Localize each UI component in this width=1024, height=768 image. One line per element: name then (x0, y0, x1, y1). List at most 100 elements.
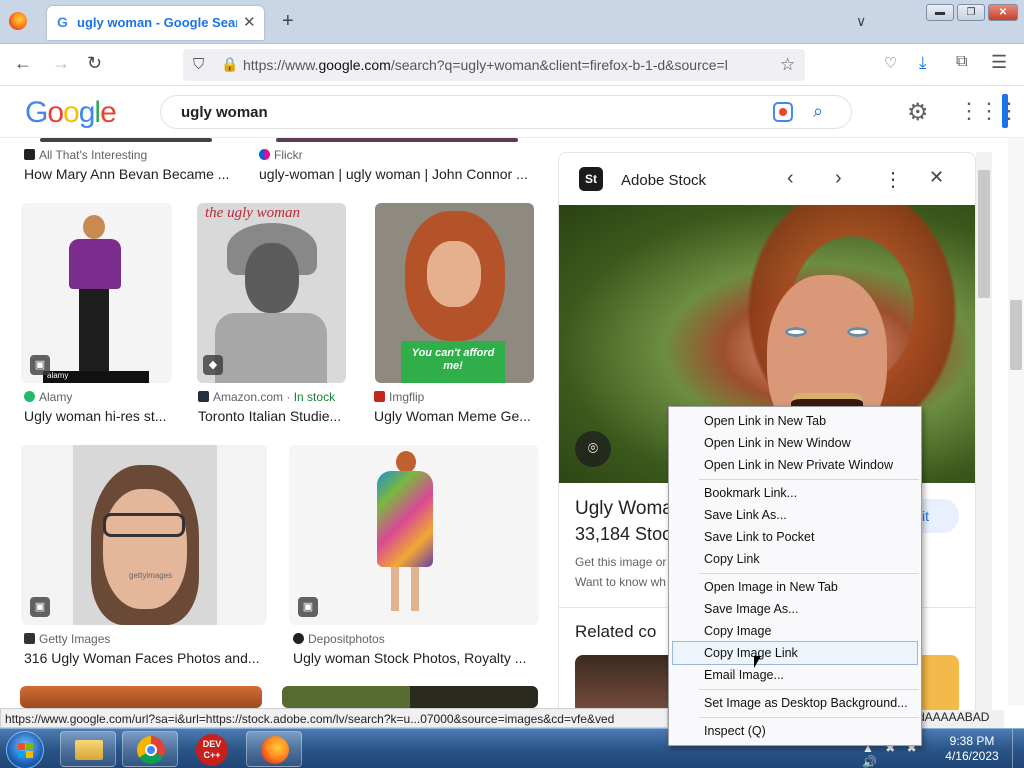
url-text[interactable]: https://www.google.com/search?q=ugly+wom… (243, 57, 775, 73)
image-badge-icon: ▣ (30, 355, 50, 375)
search-box[interactable]: ugly woman ⌕ (160, 95, 852, 129)
hamburger-menu-icon[interactable]: ☰ (991, 52, 1007, 73)
google-header: Google ugly woman ⌕ ⚙ ⋮⋮⋮ (0, 86, 1024, 138)
result-source[interactable]: Flickr (259, 148, 303, 162)
menu-item-save-link-pocket[interactable]: Save Link to Pocket (669, 526, 921, 548)
google-logo[interactable]: Google (25, 96, 117, 130)
result-title[interactable]: Ugly woman Stock Photos, Royalty ... (293, 650, 538, 666)
adobe-stock-logo[interactable]: St (579, 167, 603, 191)
close-panel-icon[interactable]: ✕ (929, 167, 944, 188)
image-thumbnail[interactable] (276, 138, 518, 142)
next-chevron-icon[interactable]: › (835, 167, 842, 190)
title-bar: G ugly woman - Google Search ✕ + ∨ ▬ ❐ ✕ (0, 0, 1024, 44)
menu-item-save-image-as[interactable]: Save Image As... (669, 598, 921, 620)
getty-watermark: gettyimages (129, 571, 173, 580)
google-logo-letter: g (78, 96, 96, 129)
menu-item-open-link-new-tab[interactable]: Open Link in New Tab (669, 410, 921, 432)
image-thumbnail[interactable] (40, 138, 212, 142)
reload-icon[interactable]: ↻ (87, 53, 102, 74)
menu-item-open-image-new-tab[interactable]: Open Image in New Tab (669, 576, 921, 598)
devcpp-icon: DEV C++ (196, 734, 228, 766)
maximize-button[interactable]: ❐ (957, 4, 985, 21)
image-thumbnail[interactable]: gettyimages (21, 445, 267, 625)
extensions-icon[interactable]: ⧉ (956, 53, 967, 71)
page-scrollbar-thumb[interactable] (1010, 300, 1022, 370)
more-options-icon[interactable]: ⋮ (883, 167, 903, 192)
list-tabs-icon[interactable]: ∨ (856, 13, 866, 30)
result-title[interactable]: 316 Ugly Woman Faces Photos and... (24, 650, 269, 666)
forward-arrow-icon[interactable]: → (52, 53, 70, 74)
lock-icon[interactable]: 🔒 (221, 56, 238, 73)
tab-title: ugly woman - Google Search (77, 15, 237, 30)
menu-separator (699, 689, 919, 690)
chrome-taskbar-button[interactable] (122, 731, 178, 767)
previous-chevron-icon[interactable]: ‹ (787, 167, 794, 190)
account-avatar[interactable] (1002, 94, 1008, 128)
image-tag-icon: ◆ (203, 355, 223, 375)
panel-image-count: 33,184 Stock (575, 524, 681, 544)
google-lens-icon[interactable] (773, 102, 793, 122)
menu-item-set-desktop-background[interactable]: Set Image as Desktop Background... (669, 692, 921, 714)
result-source[interactable]: Amazon.com · In stock (198, 390, 335, 404)
settings-gear-icon[interactable]: ⚙ (907, 98, 929, 127)
menu-item-inspect[interactable]: Inspect (Q) (669, 720, 921, 742)
file-explorer-taskbar-button[interactable] (60, 731, 116, 767)
result-source[interactable]: Imgflip (374, 390, 424, 404)
show-desktop-button[interactable] (1012, 729, 1024, 768)
result-title[interactable]: Ugly Woman Meme Ge... (374, 408, 534, 424)
menu-item-copy-image[interactable]: Copy Image (669, 620, 921, 642)
menu-separator (699, 573, 919, 574)
search-icon[interactable]: ⌕ (813, 101, 823, 122)
new-tab-button[interactable]: + (282, 11, 294, 31)
result-source[interactable]: Depositphotos (293, 632, 385, 646)
firefox-icon[interactable] (9, 12, 27, 30)
url-bar[interactable]: ⛉ 🔒 https://www.google.com/search?q=ugly… (183, 49, 805, 81)
tab-close-icon[interactable]: ✕ (243, 13, 256, 31)
visual-search-icon[interactable]: ⌾ (575, 431, 611, 467)
mouse-cursor-icon (754, 656, 761, 668)
start-button[interactable] (6, 731, 44, 768)
tank-top-text: You can't afford me! (401, 341, 505, 383)
devcpp-taskbar-button[interactable]: DEV C++ (184, 731, 240, 767)
image-thumbnail[interactable] (282, 686, 538, 708)
google-logo-letter: e (100, 96, 117, 129)
result-title[interactable]: How Mary Ann Bevan Became ... (24, 166, 239, 182)
tab-google-search[interactable]: G ugly woman - Google Search ✕ (47, 6, 264, 40)
image-thumbnail[interactable] (20, 686, 262, 708)
minimize-button[interactable]: ▬ (926, 4, 954, 21)
image-thumbnail[interactable] (289, 445, 539, 625)
firefox-taskbar-button[interactable] (246, 731, 302, 767)
result-source[interactable]: All That's Interesting (24, 148, 147, 162)
image-badge-icon: ▣ (298, 597, 318, 617)
shield-icon[interactable]: ⛉ (193, 56, 204, 73)
apps-grid-icon[interactable]: ⋮⋮⋮ (958, 98, 1020, 124)
panel-scrollbar-thumb[interactable] (978, 170, 990, 298)
menu-item-save-link-as[interactable]: Save Link As... (669, 504, 921, 526)
panel-source-name[interactable]: Adobe Stock (621, 172, 706, 189)
panel-image-title[interactable]: Ugly Woma (575, 498, 673, 520)
menu-item-open-link-private-window[interactable]: Open Link in New Private Window (669, 454, 921, 476)
result-title[interactable]: ugly-woman | ugly woman | John Connor ..… (259, 166, 541, 182)
menu-item-copy-link[interactable]: Copy Link (669, 548, 921, 570)
menu-item-email-image[interactable]: Email Image... (669, 664, 921, 686)
back-arrow-icon[interactable]: ← (14, 53, 32, 74)
result-source[interactable]: Alamy (24, 390, 72, 404)
panel-license-text: Get this image or (575, 555, 667, 569)
result-source[interactable]: Getty Images (24, 632, 110, 646)
bookmark-star-icon[interactable]: ☆ (780, 55, 795, 75)
close-window-button[interactable]: ✕ (988, 4, 1018, 21)
related-content-heading: Related co (575, 622, 657, 641)
google-logo-letter: o (63, 96, 80, 129)
pocket-icon[interactable]: ♡ (884, 54, 897, 72)
menu-item-open-link-new-window[interactable]: Open Link in New Window (669, 432, 921, 454)
image-thumbnail[interactable]: You can't afford me! (375, 203, 534, 383)
download-icon[interactable]: ⤓ (919, 53, 927, 73)
menu-item-copy-image-link[interactable]: Copy Image Link (672, 641, 918, 665)
system-clock[interactable]: 9:38 PM 4/16/2023 (936, 734, 1008, 764)
result-title[interactable]: Ugly woman hi-res st... (24, 408, 174, 424)
image-badge-icon: ▣ (30, 597, 50, 617)
menu-item-bookmark-link[interactable]: Bookmark Link... (669, 482, 921, 504)
result-title[interactable]: Toronto Italian Studie... (198, 408, 348, 424)
search-input[interactable]: ugly woman (181, 104, 268, 121)
page-scrollbar[interactable] (1008, 138, 1024, 706)
